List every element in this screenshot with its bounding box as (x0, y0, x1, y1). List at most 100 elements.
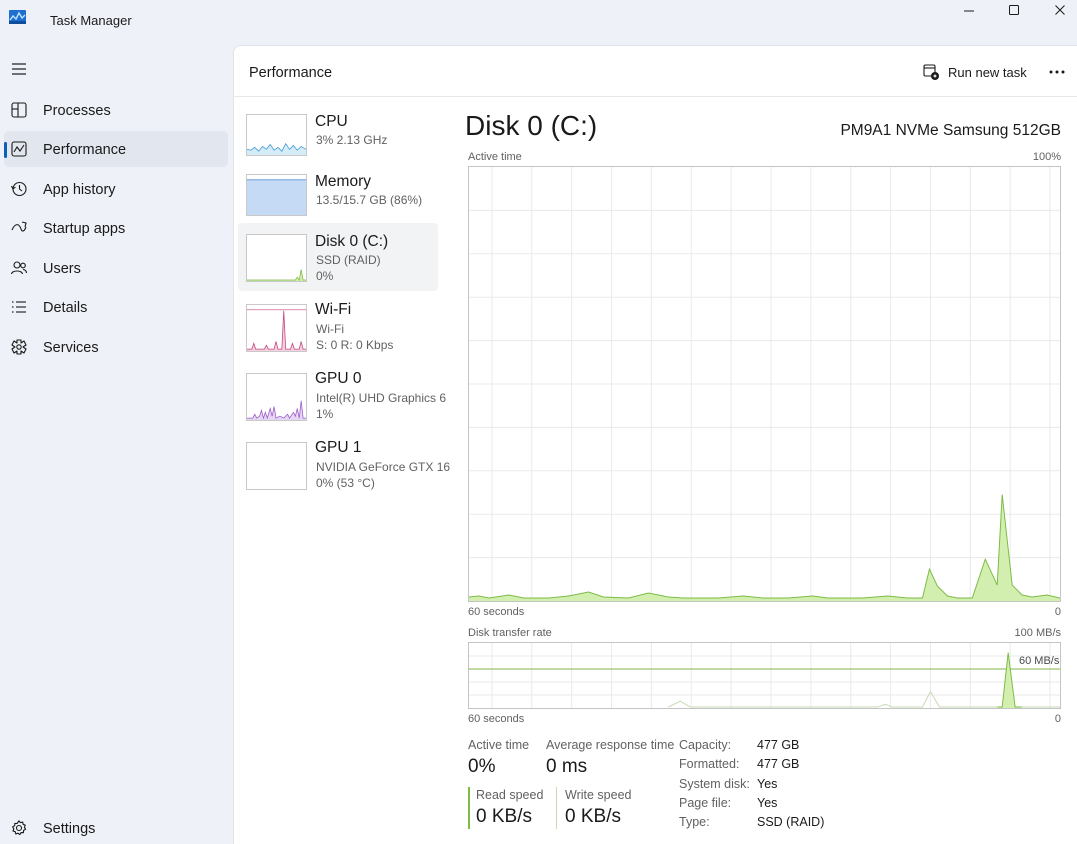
sidebar-item-app-history[interactable]: App history (4, 171, 228, 207)
type-value: SSD (RAID) (757, 815, 825, 829)
device-item-wifi[interactable]: Wi-Fi Wi-Fi S: 0 R: 0 Kbps (238, 297, 438, 365)
avg-response-value: 0 ms (546, 756, 588, 777)
memory-thumbnail-graph (246, 174, 307, 216)
disk-model: PM9A1 NVMe Samsung 512GB (840, 122, 1061, 139)
sidebar-item-label: Users (43, 261, 81, 277)
formatted-value: 477 GB (757, 757, 800, 771)
active-time-max: 100% (1032, 151, 1061, 163)
capacity-label: Capacity: (679, 738, 732, 752)
sidebar-item-label: Performance (43, 142, 127, 158)
device-type: Wi-Fi (316, 322, 344, 336)
write-speed-label: Write speed (565, 788, 632, 802)
avg-response-label: Average response time (546, 738, 675, 752)
wifi-thumbnail-graph (246, 304, 307, 352)
title-bar: Task Manager (0, 0, 1077, 44)
device-throughput: S: 0 R: 0 Kbps (316, 338, 394, 352)
cpu-thumbnail-graph (246, 114, 307, 156)
formatted-label: Formatted: (679, 757, 740, 771)
write-speed-value: 0 KB/s (565, 806, 621, 827)
active-time-duration: 60 seconds (468, 606, 525, 618)
app-history-icon (11, 181, 27, 197)
device-name: Memory (315, 173, 371, 190)
device-model: NVIDIA GeForce GTX 16 (316, 460, 451, 474)
active-time-label: Active time (468, 151, 522, 163)
active-time-graph (468, 166, 1061, 602)
device-usage: 0% (316, 269, 334, 283)
hamburger-menu-icon[interactable] (10, 61, 28, 77)
device-name: CPU (315, 113, 348, 130)
device-item-gpu-1[interactable]: GPU 1 NVIDIA GeForce GTX 16 0% (53 °C) (238, 435, 450, 503)
more-options-icon[interactable] (1047, 62, 1067, 82)
sidebar-item-label: Processes (43, 103, 111, 119)
device-name: Disk 0 (C:) (315, 233, 389, 250)
page-file-label: Page file: (679, 796, 732, 810)
sidebar-item-processes[interactable]: Processes (4, 92, 228, 128)
active-indicator (4, 142, 7, 158)
performance-icon (11, 141, 27, 157)
sidebar-item-startup-apps[interactable]: Startup apps (4, 210, 228, 246)
page-header: Performance Run new task (234, 46, 1077, 97)
sidebar-item-label: Services (43, 340, 99, 356)
read-speed-value: 0 KB/s (476, 806, 532, 827)
device-usage: 0% (53 °C) (316, 476, 375, 490)
device-item-gpu-0[interactable]: GPU 0 Intel(R) UHD Graphics 6 1% (238, 366, 446, 434)
sidebar-item-label: Details (43, 300, 88, 316)
transfer-rate-max: 100 MB/s (1014, 627, 1061, 639)
capacity-value: 477 GB (757, 738, 800, 752)
details-icon (12, 301, 26, 313)
sidebar-item-label: App history (43, 182, 116, 198)
maximize-button[interactable] (991, 0, 1037, 20)
device-model: Intel(R) UHD Graphics 6 (316, 391, 447, 405)
run-task-icon (923, 64, 939, 80)
device-detail: 13.5/15.7 GB (86%) (316, 193, 423, 207)
sidebar-item-label: Startup apps (43, 221, 126, 237)
type-label: Type: (679, 815, 710, 829)
sidebar-item-services[interactable]: Services (4, 329, 228, 365)
device-item-cpu[interactable]: CPU 3% 2.13 GHz (238, 107, 438, 175)
processes-icon (11, 102, 27, 118)
system-disk-value: Yes (757, 777, 778, 791)
run-new-task-button[interactable]: Run new task (922, 60, 1027, 84)
disk-title: Disk 0 (C:) (465, 110, 598, 141)
transfer-rate-graph (468, 642, 1061, 709)
sidebar-item-users[interactable]: Users (4, 250, 228, 286)
device-detail: 3% 2.13 GHz (316, 133, 388, 147)
users-icon (10, 261, 28, 275)
gpu0-thumbnail-graph (246, 373, 307, 421)
active-time-min: 0 (1054, 606, 1061, 618)
gear-icon (12, 820, 27, 836)
transfer-ref-line-label: 60 MB/s (1019, 655, 1060, 667)
device-type: SSD (RAID) (316, 253, 381, 267)
gpu1-thumbnail-graph (246, 442, 307, 490)
task-manager-app-icon (9, 10, 26, 24)
settings-button[interactable]: Settings (4, 810, 228, 844)
transfer-min: 0 (1054, 713, 1061, 725)
device-name: GPU 1 (315, 439, 362, 456)
page-title: Performance (249, 65, 333, 81)
write-speed-indicator (556, 787, 557, 829)
system-disk-label: System disk: (679, 777, 750, 791)
disk-thumbnail-graph (246, 234, 307, 282)
close-icon (1055, 5, 1065, 15)
page-file-value: Yes (757, 796, 778, 810)
settings-label: Settings (43, 821, 96, 837)
device-item-disk-0[interactable]: Disk 0 (C:) SSD (RAID) 0% (238, 223, 438, 291)
run-task-label: Run new task (948, 64, 1027, 80)
sidebar-item-performance[interactable]: Performance (4, 131, 228, 167)
services-icon (11, 339, 27, 355)
transfer-duration: 60 seconds (468, 713, 525, 725)
maximize-icon (1009, 5, 1019, 15)
read-speed-indicator (468, 787, 470, 829)
read-speed-label: Read speed (476, 788, 544, 802)
active-time-stat-value: 0% (468, 756, 496, 777)
device-name: Wi-Fi (315, 301, 352, 318)
window-title: Task Manager (50, 13, 132, 28)
close-button[interactable] (1037, 0, 1077, 20)
minimize-icon (964, 10, 974, 12)
device-name: GPU 0 (315, 370, 362, 387)
active-time-stat-label: Active time (468, 738, 530, 752)
startup-apps-icon (11, 221, 27, 232)
minimize-button[interactable] (946, 0, 992, 20)
transfer-rate-label: Disk transfer rate (468, 627, 552, 639)
sidebar-item-details[interactable]: Details (4, 289, 228, 325)
